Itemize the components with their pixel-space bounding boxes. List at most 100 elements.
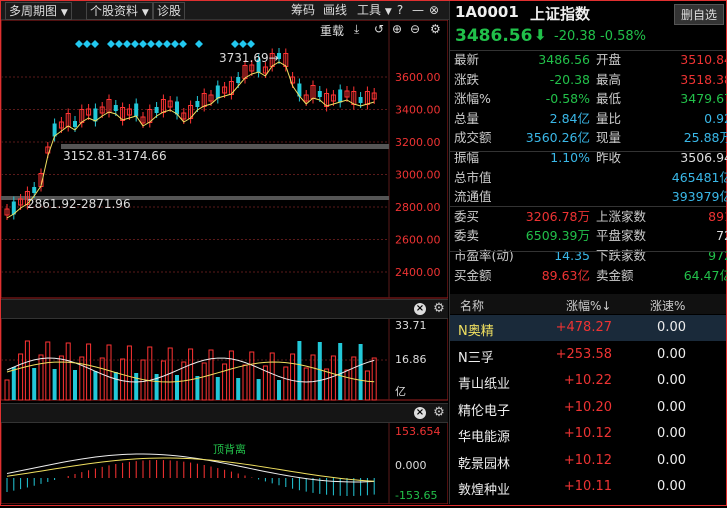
volume-panel-header: × ⚙ — [1, 299, 448, 319]
quote-value: 64.47亿 — [683, 267, 727, 283]
minimize-icon[interactable]: — — [411, 3, 425, 17]
signal-marker — [231, 40, 239, 48]
volume-bar — [358, 344, 363, 400]
stock-name: 乾景园林 — [458, 456, 511, 472]
col-speed-header[interactable]: 涨速% — [650, 297, 685, 314]
signal-marker — [239, 40, 247, 48]
close-panel-icon[interactable]: × — [414, 407, 426, 419]
tools-dropdown[interactable]: 工具 ▼ — [357, 2, 392, 18]
quote-value: 891 — [708, 208, 727, 224]
candle — [154, 107, 159, 113]
quote-label: 成交额 — [454, 130, 492, 146]
quote-label: 卖金额 — [596, 267, 634, 283]
volume-bar — [215, 377, 220, 400]
zoom-out-icon[interactable]: ⊖ — [410, 22, 420, 36]
volume-bar — [317, 342, 322, 400]
stock-list-row[interactable]: 精伦电子 +10.20 0.00 — [450, 395, 726, 421]
candle — [195, 101, 200, 107]
volume-bar — [120, 358, 126, 401]
quote-label: 涨跌 — [454, 71, 480, 87]
candle — [73, 121, 77, 127]
quote-label: 开盘 — [596, 52, 622, 67]
help-icon[interactable]: ? — [393, 3, 407, 17]
stock-pct: +253.58 — [555, 346, 612, 362]
volume-bar — [344, 369, 350, 401]
signal-marker — [139, 40, 147, 48]
volume-tick: 33.71 — [395, 319, 427, 332]
download-icon[interactable]: ⤓ — [354, 22, 359, 37]
candle — [338, 89, 343, 103]
quote-label: 委卖 — [454, 228, 480, 244]
quote-value: 465481亿 — [671, 169, 727, 185]
kline-chart[interactable]: 3731.69→ 3152.81-3174.66 2861.92-2871.96… — [0, 19, 449, 505]
volume-bar — [45, 341, 51, 401]
candle — [175, 101, 179, 115]
stock-speed: 0.00 — [657, 479, 686, 494]
quote-row: 涨跌 -20.38 最高 3518.38 — [450, 71, 727, 89]
price-change: -20.38 — [554, 29, 596, 44]
volume-bar — [32, 368, 37, 400]
remove-watchlist-button[interactable]: 删自选 — [673, 4, 724, 25]
close-panel-icon[interactable]: × — [414, 303, 426, 315]
quote-label: 下跌家数 — [596, 248, 647, 263]
stock-speed: 0.00 — [657, 320, 686, 335]
draw-button[interactable]: 画线 — [323, 2, 347, 18]
panel-settings-icon[interactable]: ⚙ — [432, 302, 446, 316]
diagnose-button[interactable]: 诊股 — [153, 2, 186, 20]
candle — [236, 77, 241, 83]
last-price: 3486.56 — [455, 26, 533, 46]
volume-bar — [93, 371, 98, 400]
close-circle-icon[interactable]: ⊗ — [427, 3, 441, 17]
volume-bar — [58, 355, 64, 401]
volume-bar — [113, 372, 118, 400]
volume-bar — [175, 375, 179, 400]
quote-value: 72 — [716, 228, 727, 244]
stock-list-row[interactable]: 青山纸业 +10.22 0.00 — [450, 368, 726, 394]
overlay-button[interactable]: 重载 — [320, 22, 344, 39]
volume-bar — [126, 345, 132, 401]
quote-value: 3510.84 — [680, 52, 727, 67]
signal-marker — [75, 40, 83, 48]
stock-pct: +10.20 — [563, 399, 612, 415]
price-tick: 3000.00 — [395, 169, 441, 182]
volume-bar — [24, 340, 30, 401]
volume-bar — [324, 368, 330, 401]
stock-info-dropdown[interactable]: 个股资料 ▼ — [86, 2, 153, 20]
quote-label: 最新 — [454, 52, 480, 67]
volume-bar — [303, 367, 309, 401]
chevron-down-icon: ▼ — [141, 8, 149, 18]
quote-value: 3518.38 — [680, 71, 727, 87]
period-dropdown[interactable]: 多周期图 ▼ — [5, 2, 72, 20]
quote-label: 量比 — [596, 110, 622, 126]
volume-bar — [338, 343, 343, 400]
signal-marker — [83, 40, 91, 48]
stock-speed: 0.00 — [657, 346, 686, 362]
zoom-in-icon[interactable]: ⊕ — [392, 22, 402, 36]
stock-speed: 0.00 — [657, 426, 686, 441]
macd-tick: 153.654 — [395, 425, 441, 438]
volume-bar — [222, 363, 228, 401]
signal-marker — [247, 40, 255, 48]
col-name-header[interactable]: 名称 — [460, 297, 484, 314]
chips-button[interactable]: 筹码 — [291, 2, 315, 18]
quote-row: 成交额 3560.26亿 现量 25.88万 — [450, 129, 727, 147]
quote-value: 14.35 — [554, 248, 590, 263]
quote-value: 3206.78万 — [525, 208, 590, 224]
undo-icon[interactable]: ↺ — [374, 22, 384, 36]
panel-settings-icon[interactable]: ⚙ — [432, 406, 446, 420]
quote-row: 买金额 89.63亿 卖金额 64.47亿 — [450, 267, 727, 285]
kline-chart-area[interactable]: 3731.69→ 3152.81-3174.66 2861.92-2871.96… — [0, 19, 449, 505]
down-arrow-icon: ⬇ — [534, 26, 547, 44]
stock-list-row[interactable]: N奥精 +478.27 0.00 — [450, 315, 726, 341]
volume-bar — [195, 376, 200, 400]
settings-gear-icon[interactable]: ⚙ — [430, 22, 441, 36]
col-pct-header[interactable]: 涨幅%↓ — [566, 297, 611, 314]
stock-list-row[interactable]: 乾景园林 +10.12 0.00 — [450, 448, 726, 474]
stock-name: 华电能源 — [458, 430, 511, 445]
stock-list-row[interactable]: 敦煌种业 +10.11 0.00 — [450, 474, 726, 500]
stock-list-row[interactable]: 华电能源 +10.12 0.00 — [450, 421, 726, 447]
stock-list-row[interactable]: N三孚 +253.58 0.00 — [450, 342, 726, 368]
volume-bar — [364, 370, 370, 401]
macd-tick: -153.65 — [395, 489, 437, 502]
quote-label: 总市值 — [454, 169, 492, 185]
